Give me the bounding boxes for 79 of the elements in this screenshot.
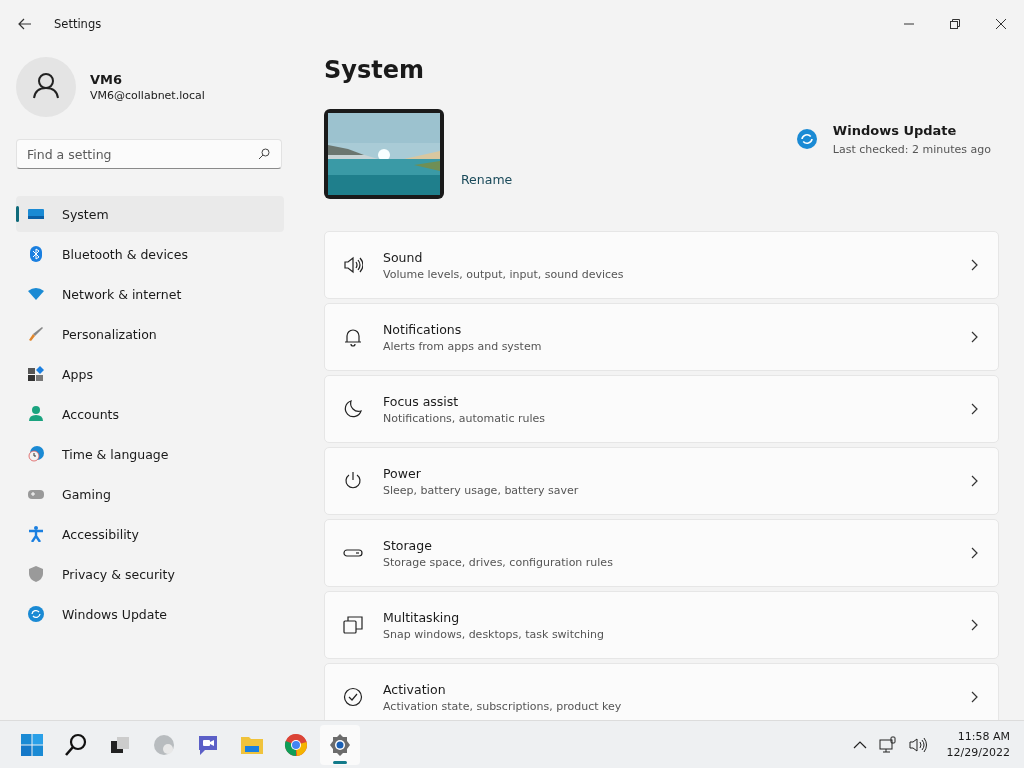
- setting-description: Alerts from apps and system: [383, 339, 543, 353]
- chevron-icon: [971, 619, 978, 631]
- speaker-icon: [343, 255, 363, 275]
- brush-icon: [28, 326, 44, 342]
- chevron-up-icon[interactable]: [852, 740, 867, 749]
- close-icon[interactable]: [996, 19, 1006, 29]
- settings-button[interactable]: [320, 724, 360, 765]
- setting-title: Multitasking: [383, 609, 461, 625]
- chrome-icon: [284, 732, 308, 757]
- nav-item[interactable]: Privacy & security: [16, 556, 284, 592]
- chevron-icon: [971, 547, 978, 559]
- setting-title: Storage: [383, 537, 433, 553]
- setting-description: Sleep, battery usage, battery saver: [383, 483, 580, 497]
- window-title: Settings: [54, 17, 102, 31]
- search-icon[interactable]: [258, 148, 270, 160]
- windows-icon: [343, 615, 363, 635]
- setting-title: Sound: [383, 249, 424, 265]
- update-icon: [28, 606, 44, 622]
- chevron-icon: [971, 475, 978, 487]
- settings-card[interactable]: Activation Activation state, subscriptions, product key: [324, 663, 999, 720]
- page-title: System: [324, 56, 424, 84]
- shield-icon: [28, 566, 44, 582]
- clock-globe-icon: [28, 446, 44, 462]
- accessibility-icon: [28, 526, 44, 542]
- setting-title: Notifications: [383, 321, 463, 337]
- power-icon: [343, 471, 363, 491]
- avatar-icon: [16, 57, 76, 117]
- nav-item[interactable]: Accessibility: [16, 516, 284, 552]
- account-email: VM6@collabnet.local: [90, 89, 205, 102]
- bluetooth-icon: [28, 246, 44, 262]
- nav-item[interactable]: Time & language: [16, 436, 284, 472]
- nav-item[interactable]: Windows Update: [16, 596, 284, 632]
- volume-icon[interactable]: [908, 736, 927, 753]
- clock[interactable]: 11:58 AM 12/29/2022: [946, 730, 1010, 759]
- settings-card[interactable]: Notifications Alerts from apps and system: [324, 303, 999, 371]
- nav-item[interactable]: Accounts: [16, 396, 284, 432]
- search-field[interactable]: Find a setting: [16, 139, 282, 169]
- person-icon: [28, 406, 44, 422]
- setting-description: Activation state, subscriptions, product key: [383, 699, 623, 713]
- settings-card[interactable]: Multitasking Snap windows, desktops, task switching: [324, 591, 999, 659]
- moon-icon: [343, 399, 363, 419]
- settings-card[interactable]: Power Sleep, battery usage, battery saver: [324, 447, 999, 515]
- chevron-icon: [971, 403, 978, 415]
- check-circle-icon: [343, 687, 363, 707]
- settings-card[interactable]: Focus assist Notifications, automatic rules: [324, 375, 999, 443]
- setting-title: Activation: [383, 681, 447, 697]
- wifi-icon: [28, 286, 44, 302]
- setting-title: Focus assist: [383, 393, 460, 409]
- nav-item[interactable]: Network & internet: [16, 276, 284, 312]
- chevron-icon: [971, 331, 978, 343]
- nav-item[interactable]: Gaming: [16, 476, 284, 512]
- rename-link[interactable]: Rename: [461, 172, 513, 187]
- setting-description: Volume levels, output, input, sound devices: [383, 267, 625, 281]
- restore-icon[interactable]: [950, 19, 960, 29]
- chevron-icon: [971, 259, 978, 271]
- settings-icon: [328, 732, 352, 757]
- setting-description: Notifications, automatic rules: [383, 411, 546, 425]
- chevron-icon: [971, 691, 978, 703]
- settings-card[interactable]: Storage Storage space, drives, configuration rules: [324, 519, 999, 587]
- nav-item[interactable]: System: [16, 196, 284, 232]
- network-icon[interactable]: [878, 735, 897, 754]
- nav-item[interactable]: Personalization: [16, 316, 284, 352]
- search-icon: [64, 732, 88, 757]
- start-icon: [20, 732, 44, 757]
- bell-icon: [343, 327, 363, 347]
- back-icon[interactable]: [18, 18, 32, 30]
- nav-item[interactable]: Bluetooth & devices: [16, 236, 284, 272]
- setting-title: Power: [383, 465, 422, 481]
- setting-description: Snap windows, desktops, task switching: [383, 627, 605, 641]
- display-icon: [28, 206, 44, 222]
- account-name: VM6: [90, 72, 124, 87]
- setting-description: Storage space, drives, configuration rules: [383, 555, 614, 569]
- browser-icon: [152, 732, 176, 757]
- apps-icon: [28, 366, 44, 382]
- update-status: Last checked: 2 minutes ago: [832, 142, 991, 156]
- nav-item[interactable]: Apps: [16, 356, 284, 392]
- update-icon[interactable]: [796, 129, 817, 149]
- settings-card[interactable]: Sound Volume levels, output, input, sound devices: [324, 231, 999, 299]
- update-title[interactable]: Windows Update: [832, 122, 991, 138]
